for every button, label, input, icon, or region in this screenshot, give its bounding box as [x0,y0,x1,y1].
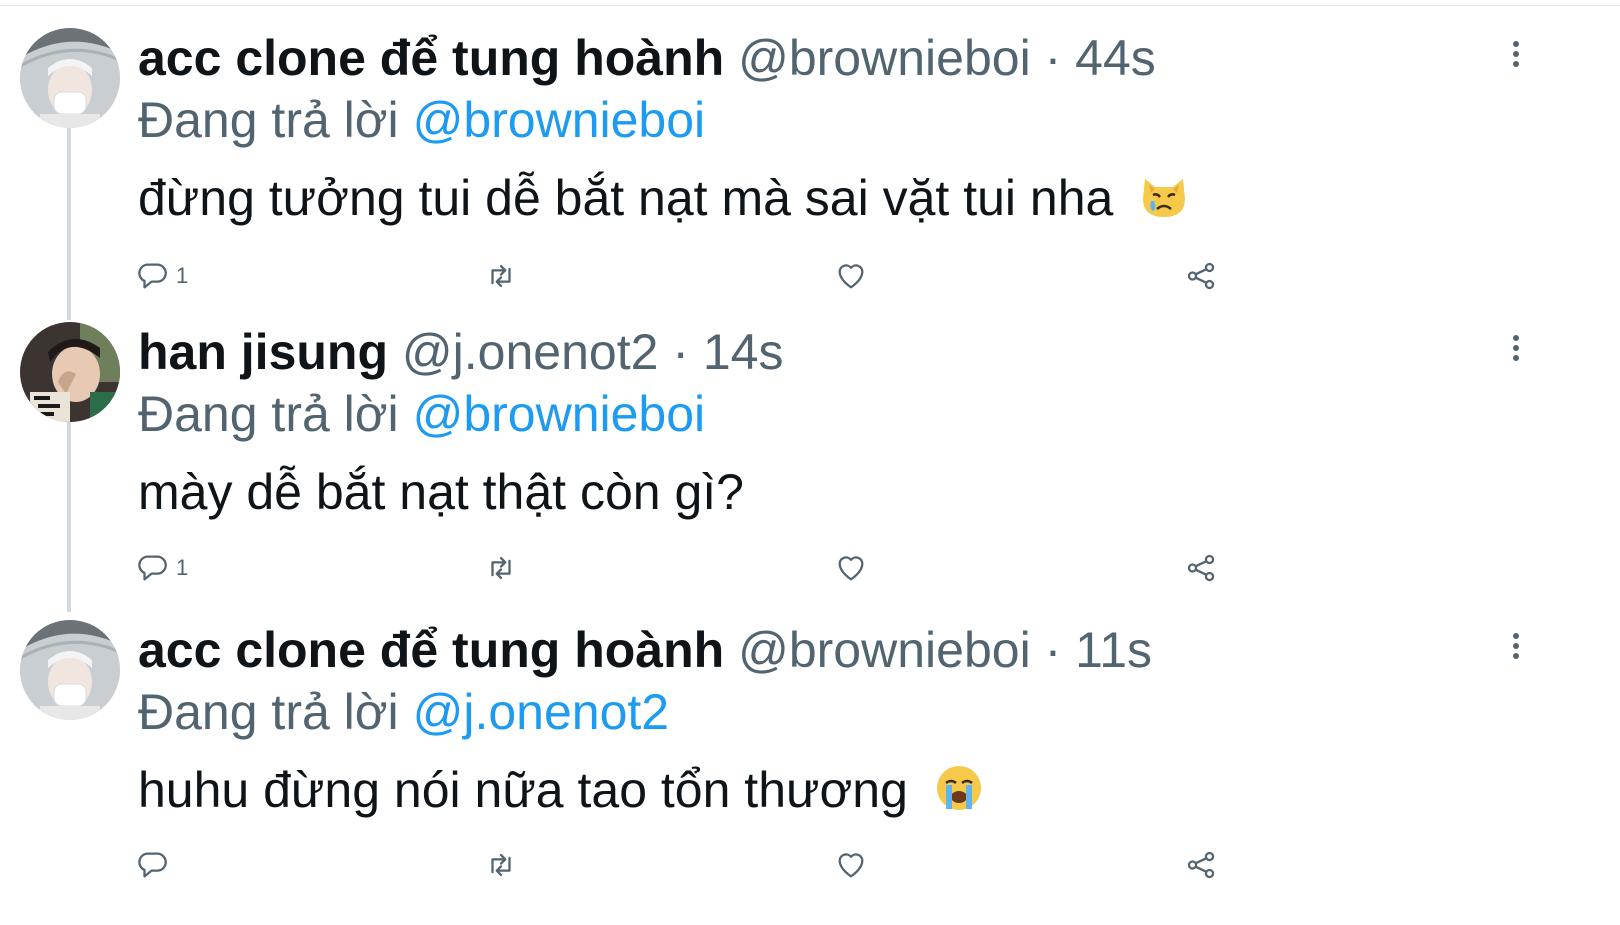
separator-dot: · [1044,622,1062,678]
heart-icon [838,853,864,878]
reply-button[interactable] [136,845,176,885]
more-options-icon[interactable] [1508,332,1524,372]
avatar[interactable] [20,620,120,720]
timestamp[interactable]: 14s [703,324,784,380]
retweet-icon [491,556,511,580]
reply-mention-link[interactable]: @brownieboi [413,92,706,148]
separator-dot: · [672,324,689,380]
timestamp[interactable]: 44s [1075,30,1156,86]
replying-label: Đang trả lời [138,684,399,740]
display-name[interactable]: acc clone để tung hoành [138,30,724,86]
reply-button[interactable]: 1 [136,548,188,588]
replying-to: Đang trả lời @brownieboi [138,90,705,150]
user-handle[interactable]: @j.onenot2 [402,324,659,380]
reply-count: 1 [176,263,189,288]
user-handle[interactable]: @brownieboi [738,30,1031,86]
tweet-text: mày dễ bắt nạt thật còn gì? [138,462,744,522]
top-divider [0,5,1620,6]
crying-cat-face-icon [1139,171,1189,234]
share-button[interactable] [1184,548,1218,588]
loudly-crying-face-icon [934,763,984,826]
reply-icon [138,263,167,289]
tweet-actions: 1 [0,256,1620,296]
more-options-icon[interactable] [1508,630,1524,670]
replying-to: Đang trả lời @j.onenot2 [138,682,669,742]
share-button[interactable] [1184,845,1218,885]
replying-label: Đang trả lời [138,386,399,442]
tweet-actions [0,845,1620,885]
avatar[interactable] [20,28,120,128]
retweet-button[interactable] [484,256,518,296]
reply-icon [138,555,167,581]
share-icon [1187,554,1215,582]
tweet-text-content: huhu đừng nói nữa tao tổn thương [138,762,908,818]
display-name[interactable]: acc clone để tung hoành [138,622,724,678]
user-handle[interactable]: @brownieboi [738,622,1031,678]
more-options-icon[interactable] [1508,38,1524,78]
replying-to: Đang trả lời @brownieboi [138,384,705,444]
tweet-header: acc clone để tung hoành @brownieboi · 44… [138,28,1156,98]
tweet[interactable]: acc clone để tung hoành @brownieboi · 44… [0,28,1620,333]
replying-label: Đang trả lời [138,92,399,148]
tweet-header: acc clone để tung hoành @brownieboi · 11… [138,620,1152,690]
tweet-text: đừng tưởng tui dễ bắt nạt mà sai vặt tui… [138,168,1189,234]
tweet[interactable]: han jisung @j.onenot2 · 14s Đang trả lời… [0,322,1620,627]
reply-button[interactable]: 1 [136,256,188,296]
tweet-header: han jisung @j.onenot2 · 14s [138,322,784,392]
tweet-text-content: đừng tưởng tui dễ bắt nạt mà sai vặt tui… [138,170,1114,226]
heart-icon [838,264,864,289]
retweet-button[interactable] [484,548,518,588]
retweet-button[interactable] [484,845,518,885]
heart-icon [838,556,864,581]
tweet-actions: 1 [0,548,1620,588]
share-icon [1187,262,1215,290]
share-icon [1187,851,1215,879]
tweet[interactable]: acc clone để tung hoành @brownieboi · 11… [0,620,1620,925]
tweet-text-content: mày dễ bắt nạt thật còn gì? [138,464,744,520]
retweet-icon [491,853,511,877]
reply-mention-link[interactable]: @brownieboi [413,386,706,442]
reply-count: 1 [176,555,189,580]
like-button[interactable] [834,845,868,885]
separator-dot: · [1044,30,1062,86]
retweet-icon [491,264,511,288]
timestamp[interactable]: 11s [1075,622,1152,678]
avatar[interactable] [20,322,120,422]
reply-mention-link[interactable]: @j.onenot2 [413,684,670,740]
share-button[interactable] [1184,256,1218,296]
like-button[interactable] [834,256,868,296]
tweet-text: huhu đừng nói nữa tao tổn thương [138,760,984,826]
reply-icon [138,852,167,878]
display-name[interactable]: han jisung [138,324,388,380]
like-button[interactable] [834,548,868,588]
